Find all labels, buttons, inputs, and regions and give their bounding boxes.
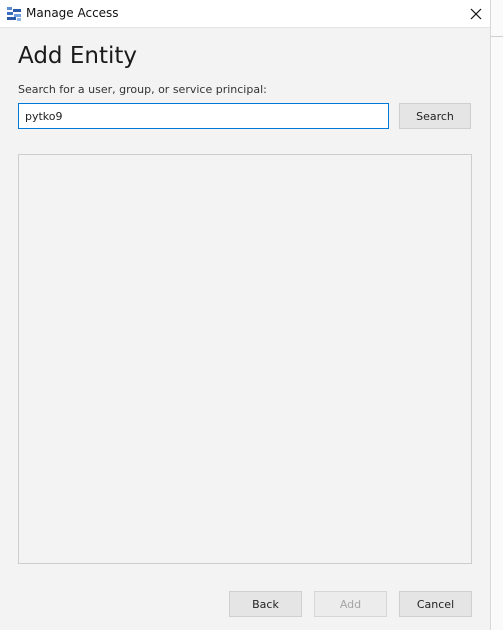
storage-explorer-icon bbox=[6, 6, 22, 22]
close-button[interactable] bbox=[462, 0, 490, 28]
results-list[interactable] bbox=[18, 154, 472, 564]
cancel-button[interactable]: Cancel bbox=[399, 591, 472, 617]
add-button[interactable]: Add bbox=[314, 591, 387, 617]
search-input[interactable] bbox=[18, 103, 389, 129]
search-label: Search for a user, group, or service pri… bbox=[18, 83, 267, 96]
search-button[interactable]: Search bbox=[399, 103, 471, 129]
title-bar: Manage Access bbox=[0, 0, 490, 28]
divider bbox=[491, 36, 503, 37]
page-title: Add Entity bbox=[18, 43, 137, 69]
close-icon bbox=[470, 5, 482, 24]
back-button[interactable]: Back bbox=[229, 591, 302, 617]
background-window-edge bbox=[490, 0, 503, 630]
window-title: Manage Access bbox=[26, 6, 119, 20]
